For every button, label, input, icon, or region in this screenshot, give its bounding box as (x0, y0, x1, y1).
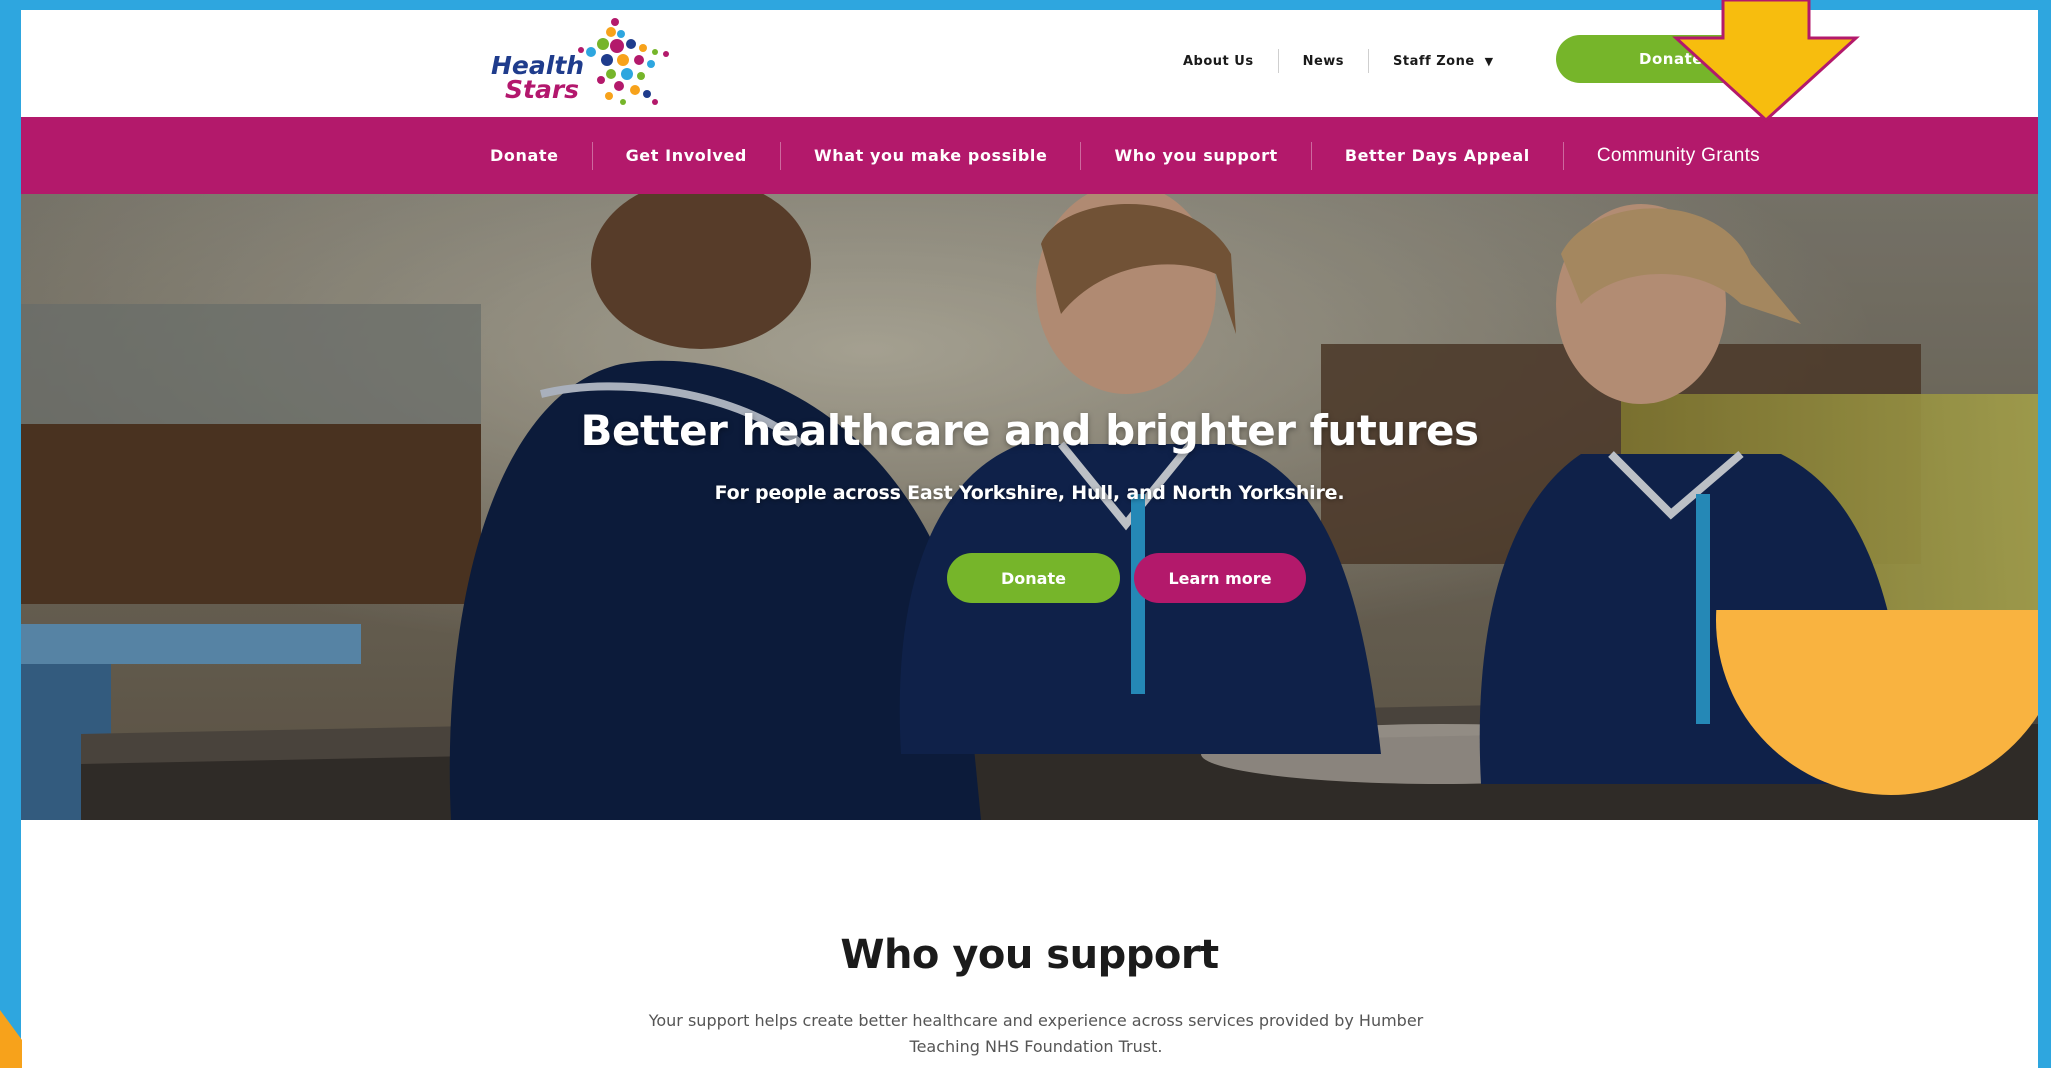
main-nav-items: Donate Get Involved What you make possib… (490, 117, 1760, 194)
news-link[interactable]: News (1303, 54, 1344, 69)
nav-item-better-days-appeal[interactable]: Better Days Appeal (1345, 146, 1530, 165)
decorative-blob (1716, 610, 2038, 795)
divider (779, 141, 781, 170)
divider (591, 141, 593, 170)
staff-zone-dropdown[interactable]: Staff Zone ▼ (1393, 54, 1494, 69)
section-description: Your support helps create better healthc… (648, 1011, 1424, 1056)
health-stars-logo[interactable]: Health Stars (491, 14, 681, 114)
star-logo-icon (578, 18, 669, 105)
hero-donate-button[interactable]: Donate (947, 553, 1120, 603)
divider (1277, 49, 1279, 73)
divider (1562, 141, 1564, 170)
chevron-down-icon: ▼ (1484, 54, 1494, 68)
hero-learn-more-button[interactable]: Learn more (1134, 553, 1306, 603)
browser-page: Health Stars About Us News Staff Zone ▼ … (21, 10, 2038, 1068)
divider (1310, 141, 1312, 170)
nav-item-donate[interactable]: Donate (490, 146, 559, 165)
corner-decoration (0, 1010, 22, 1068)
nav-item-community-grants[interactable]: Community Grants (1597, 145, 1760, 167)
hero-subtitle: For people across East Yorkshire, Hull, … (714, 482, 1345, 504)
nav-item-who-you-support[interactable]: Who you support (1114, 146, 1277, 165)
about-us-link[interactable]: About Us (1183, 54, 1254, 69)
nav-item-what-you-make-possible[interactable]: What you make possible (814, 146, 1048, 165)
divider (1368, 49, 1370, 73)
utility-nav: About Us News Staff Zone ▼ (1183, 48, 1494, 74)
main-nav: Donate Get Involved What you make possib… (21, 117, 2038, 194)
divider (1080, 141, 1082, 170)
staff-zone-label: Staff Zone (1393, 53, 1475, 69)
hero-title: Better healthcare and brighter futures (580, 406, 1479, 455)
nav-item-get-involved[interactable]: Get Involved (626, 146, 747, 165)
section-title: Who you support (840, 932, 1219, 978)
down-arrow-icon (1672, 0, 1860, 123)
